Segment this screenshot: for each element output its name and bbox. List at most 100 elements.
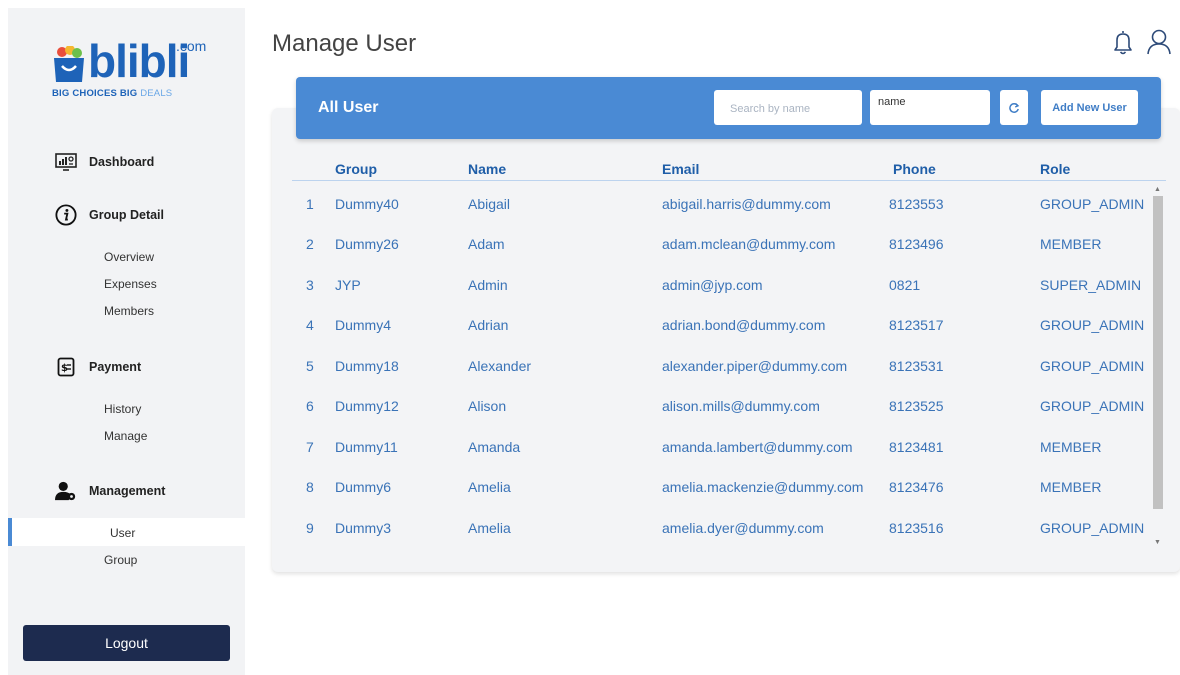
row-number: 7: [306, 439, 314, 455]
user-icon[interactable]: [1146, 28, 1172, 56]
cell-phone: 8123496: [889, 236, 944, 252]
svg-text:$: $: [61, 363, 68, 374]
cell-role: MEMBER: [1040, 236, 1102, 252]
nav-management[interactable]: Management: [55, 480, 165, 502]
cell-group: Dummy40: [335, 196, 399, 212]
cell-name: Alexander: [468, 358, 532, 374]
table-row[interactable]: 3 JYP Admin admin@jyp.com 0821 SUPER_ADM…: [292, 277, 1154, 317]
tagline-light: DEALS: [140, 88, 173, 99]
column-header-group[interactable]: Group: [335, 161, 377, 177]
cell-group: JYP: [335, 277, 361, 293]
row-number: 3: [306, 277, 314, 293]
cell-role: GROUP_ADMIN: [1040, 358, 1145, 374]
table-row[interactable]: 7 Dummy11 Amanda amanda.lambert@dummy.co…: [292, 439, 1154, 479]
cell-role: GROUP_ADMIN: [1040, 398, 1145, 414]
column-header-name[interactable]: Name: [468, 161, 506, 177]
shopping-bag-icon: [54, 46, 84, 82]
row-number: 2: [306, 236, 314, 252]
cell-email: alexander.piper@dummy.com: [662, 358, 848, 374]
cell-phone: 0821: [889, 277, 921, 293]
logout-button[interactable]: Logout: [23, 625, 230, 661]
bell-icon[interactable]: [1110, 28, 1136, 56]
cell-name: Abigail: [468, 196, 511, 212]
cell-name: Alison: [468, 398, 507, 414]
cell-phone: 8123481: [889, 439, 944, 455]
nav-item-history[interactable]: History: [104, 402, 141, 416]
cell-role: GROUP_ADMIN: [1040, 317, 1145, 333]
table-row[interactable]: 1 Dummy40 Abigail abigail.harris@dummy.c…: [292, 196, 1154, 236]
cell-phone: 8123531: [889, 358, 944, 374]
add-new-user-button[interactable]: Add New User: [1041, 90, 1138, 125]
nav-item-manage[interactable]: Manage: [104, 429, 147, 443]
cell-name: Adam: [468, 236, 505, 252]
cell-email: adam.mclean@dummy.com: [662, 236, 836, 252]
table-row[interactable]: 5 Dummy18 Alexander alexander.piper@dumm…: [292, 358, 1154, 398]
brand-tagline: BIG CHOICES BIG DEALS: [52, 88, 172, 99]
nav-management-label: Management: [89, 484, 166, 498]
nav-group-detail-label: Group Detail: [89, 208, 165, 222]
cell-group: Dummy12: [335, 398, 399, 414]
scrollbar-thumb[interactable]: [1153, 196, 1163, 509]
row-number: 1: [306, 196, 314, 212]
table-row[interactable]: 2 Dummy26 Adam adam.mclean@dummy.com 812…: [292, 236, 1154, 276]
cell-name: Amelia: [468, 520, 511, 536]
cell-role: MEMBER: [1040, 479, 1102, 495]
payment-icon: $: [55, 356, 77, 378]
scroll-down-icon[interactable]: ▼: [1154, 539, 1161, 546]
cell-phone: 8123516: [889, 520, 944, 536]
cell-role: MEMBER: [1040, 439, 1102, 455]
nav-payment-label: Payment: [89, 360, 142, 374]
row-number: 9: [306, 520, 314, 536]
column-header-phone[interactable]: Phone: [893, 161, 936, 177]
nav-item-group[interactable]: Group: [104, 553, 137, 567]
tagline-strong: BIG CHOICES BIG: [52, 88, 138, 99]
nav-group-detail[interactable]: Group Detail: [55, 204, 164, 226]
nav-dashboard-label: Dashboard: [89, 155, 155, 169]
row-number: 5: [306, 358, 314, 374]
brand-logo[interactable]: blibli .com BIG CHOICES BIG DEALS: [52, 35, 217, 106]
cell-phone: 8123553: [889, 196, 944, 212]
cell-email: alison.mills@dummy.com: [662, 398, 820, 414]
column-header-role[interactable]: Role: [1040, 161, 1070, 177]
refresh-button[interactable]: [1000, 90, 1028, 125]
cell-email: admin@jyp.com: [662, 277, 763, 293]
nav-item-members[interactable]: Members: [104, 304, 154, 318]
cell-group: Dummy26: [335, 236, 399, 252]
refresh-icon: [1009, 102, 1020, 113]
table-row[interactable]: 6 Dummy12 Alison alison.mills@dummy.com …: [292, 398, 1154, 438]
search-field-select[interactable]: name: [870, 90, 990, 125]
cell-phone: 8123476: [889, 479, 944, 495]
nav-item-expenses[interactable]: Expenses: [104, 277, 157, 291]
row-number: 8: [306, 479, 314, 495]
info-icon: [55, 204, 77, 226]
table-row[interactable]: 8 Dummy6 Amelia amelia.mackenzie@dummy.c…: [292, 479, 1154, 519]
cell-name: Adrian: [468, 317, 509, 333]
cell-role: GROUP_ADMIN: [1040, 520, 1145, 536]
cell-role: GROUP_ADMIN: [1040, 196, 1145, 212]
column-header-email[interactable]: Email: [662, 161, 699, 177]
brand-name: blibli: [88, 35, 190, 87]
brand-suffix: .com: [176, 38, 207, 54]
cell-group: Dummy11: [335, 439, 398, 455]
nav-dashboard[interactable]: Dashboard: [55, 151, 154, 173]
nav-item-user[interactable]: User: [110, 526, 135, 540]
nav-payment[interactable]: $ Payment: [55, 356, 141, 378]
cell-name: Amelia: [468, 479, 511, 495]
sidebar: blibli .com BIG CHOICES BIG DEALS Dashbo…: [8, 8, 245, 675]
row-number: 4: [306, 317, 314, 333]
active-indicator: [8, 518, 12, 546]
cell-phone: 8123517: [889, 317, 944, 333]
table-row[interactable]: 4 Dummy4 Adrian adrian.bond@dummy.com 81…: [292, 317, 1154, 357]
cell-name: Admin: [468, 277, 508, 293]
scroll-up-icon[interactable]: ▲: [1154, 186, 1161, 193]
cell-role: SUPER_ADMIN: [1040, 277, 1142, 293]
cell-email: amelia.mackenzie@dummy.com: [662, 479, 864, 495]
table-row[interactable]: 9 Dummy3 Amelia amelia.dyer@dummy.com 81…: [292, 520, 1154, 560]
nav-item-overview[interactable]: Overview: [104, 250, 154, 264]
search-input[interactable]: [714, 90, 862, 125]
cell-group: Dummy6: [335, 479, 392, 495]
table-header-divider: [292, 180, 1166, 181]
management-icon: [55, 480, 77, 502]
cell-email: abigail.harris@dummy.com: [662, 196, 831, 212]
cell-group: Dummy4: [335, 317, 392, 333]
